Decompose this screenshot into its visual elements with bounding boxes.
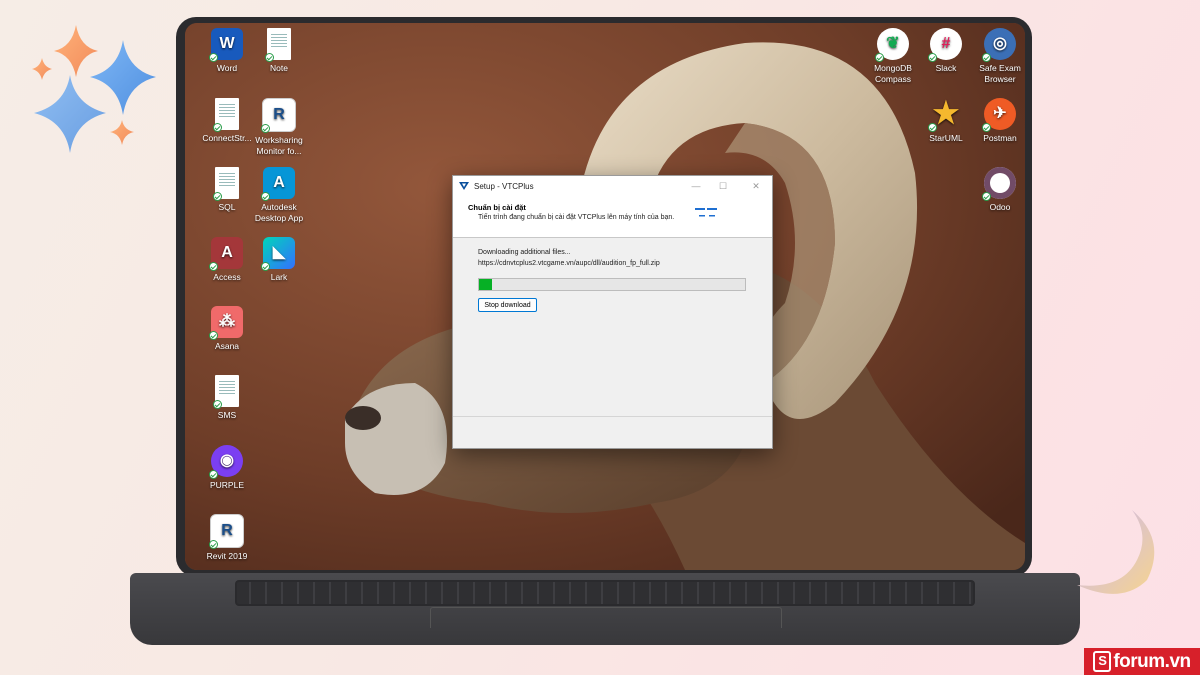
sync-check-icon xyxy=(982,53,991,62)
forum-watermark: S forum.vn xyxy=(1084,648,1200,675)
desktop-icon-label: Odoo xyxy=(989,202,1011,212)
download-status-text: Downloading additional files... xyxy=(478,249,571,256)
download-url-text: https://cdnvtcplus2.vtcgame.vn/aupc/dll/… xyxy=(478,260,660,267)
desktop-icon-label: Access xyxy=(213,272,241,282)
sync-check-icon xyxy=(213,192,222,201)
word-icon: W xyxy=(209,28,243,62)
desktop-icon-label: PURPLE xyxy=(209,480,244,490)
sync-check-icon xyxy=(209,262,218,271)
desktop-icon-label: Worksharing Monitor fo... xyxy=(255,135,303,156)
desktop-icon-asana[interactable]: ⁂ Asana xyxy=(197,306,257,352)
desktop-icon-safe-exam-browser[interactable]: ◎ Safe Exam Browser xyxy=(970,28,1025,84)
text-file-icon xyxy=(213,167,239,201)
access-icon: A xyxy=(209,237,243,271)
desktop-icon-autodesk-desktop-app[interactable]: A Autodesk Desktop App xyxy=(249,167,309,223)
mongodb-compass-icon: ❦ xyxy=(875,28,909,62)
sync-check-icon xyxy=(875,53,884,62)
sync-check-icon xyxy=(209,331,218,340)
minimize-button[interactable]: — xyxy=(689,179,703,193)
stop-download-button[interactable]: Stop download xyxy=(478,298,537,312)
dialog-header: Chuẩn bị cài đặt Tiến trình đang chuẩn b… xyxy=(453,196,772,238)
desktop-icon-odoo[interactable]: Odoo xyxy=(970,167,1025,213)
desktop-icon-label: Slack xyxy=(935,63,957,73)
slack-icon: # xyxy=(928,28,962,62)
dialog-titlebar[interactable]: Setup - VTCPlus — ☐ ✕ xyxy=(453,176,772,196)
safe-exam-browser-icon: ◎ xyxy=(982,28,1016,62)
vtcplus-logo-icon xyxy=(459,182,469,190)
desktop-icon-access[interactable]: A Access xyxy=(197,237,257,283)
sync-check-icon xyxy=(209,53,218,62)
desktop-icon-label: Postman xyxy=(983,133,1017,143)
desktop-icon-label: SMS xyxy=(217,410,237,420)
touchpad xyxy=(430,607,782,628)
desktop-icon-label: Lark xyxy=(270,272,288,282)
sync-check-icon xyxy=(213,400,222,409)
desktop-icon-label: Autodesk Desktop App xyxy=(254,202,304,223)
watermark-logo: S xyxy=(1093,651,1112,672)
sync-check-icon xyxy=(982,192,991,201)
desktop-icon-postman[interactable]: ✈ Postman xyxy=(970,98,1025,144)
desktop-icon-label: Note xyxy=(270,63,288,73)
revit-icon: R xyxy=(209,514,244,549)
dialog-title: Setup - VTCPlus xyxy=(474,181,534,191)
download-progress-bar xyxy=(478,278,746,291)
revit-worksharing-icon: R xyxy=(261,98,296,133)
note-icon xyxy=(265,28,291,62)
desktop-icon-slack[interactable]: # Slack xyxy=(916,28,976,74)
desktop-icon-label: SQL xyxy=(218,202,236,212)
watermark-text: forum.vn xyxy=(1113,650,1191,672)
postman-icon: ✈ xyxy=(982,98,1016,132)
desktop-icon-label: Asana xyxy=(214,341,240,351)
desktop-icon-connectstr[interactable]: ConnectStr... xyxy=(197,98,257,144)
purple-icon: ◉ xyxy=(209,445,243,479)
desktop-icon-label: Word xyxy=(216,63,238,73)
staruml-icon: ★ xyxy=(928,98,962,132)
desktop-icon-label: Revit 2019 xyxy=(206,551,248,561)
desktop-icon-staruml[interactable]: ★ StarUML xyxy=(916,98,976,144)
text-file-icon xyxy=(213,98,239,132)
dialog-heading: Chuẩn bị cài đặt xyxy=(468,203,526,212)
text-file-icon xyxy=(213,375,239,409)
sync-check-icon xyxy=(261,192,270,201)
asana-icon: ⁂ xyxy=(209,306,243,340)
crescent-moon-decoration xyxy=(1077,510,1155,594)
desktop-icon-lark[interactable]: ◣ Lark xyxy=(249,237,309,283)
close-button[interactable]: ✕ xyxy=(749,179,763,193)
lark-icon: ◣ xyxy=(261,237,295,271)
desktop-icon-purple[interactable]: ◉ PURPLE xyxy=(197,445,257,491)
sync-check-icon xyxy=(209,470,218,479)
progress-fill xyxy=(479,279,493,290)
maximize-button[interactable]: ☐ xyxy=(716,179,730,193)
sync-check-icon xyxy=(261,124,270,133)
desktop-icon-label: Safe Exam Browser xyxy=(979,63,1021,84)
sparkle-decoration xyxy=(32,25,156,153)
desktop-icon-sms[interactable]: SMS xyxy=(197,375,257,421)
keyboard xyxy=(235,580,975,606)
desktop-icon-label: StarUML xyxy=(929,133,963,143)
desktop-icon-label: ConnectStr... xyxy=(202,133,252,143)
desktop-icon-mongodb-compass[interactable]: ❦ MongoDB Compass xyxy=(863,28,923,84)
sync-check-icon xyxy=(265,53,274,62)
dialog-subheading: Tiến trình đang chuẩn bị cài đặt VTCPlus… xyxy=(478,214,675,221)
sync-check-icon xyxy=(928,123,937,132)
desktop-icon-label: MongoDB Compass xyxy=(874,63,912,84)
sync-check-icon xyxy=(209,540,218,549)
dialog-footer xyxy=(453,416,772,448)
desktop-icon-word[interactable]: W Word xyxy=(197,28,257,74)
setup-dialog: Setup - VTCPlus — ☐ ✕ Chuẩn bị cài đặt T… xyxy=(452,175,773,449)
odoo-icon xyxy=(982,167,1016,201)
sync-check-icon xyxy=(261,262,270,271)
desktop-icon-sql[interactable]: SQL xyxy=(197,167,257,213)
sync-check-icon xyxy=(213,123,222,132)
desktop-icon-note[interactable]: Note xyxy=(249,28,309,74)
desktop-icon-worksharing-monitor-fo[interactable]: R Worksharing Monitor fo... xyxy=(249,98,309,156)
desktop-icon-revit-2019[interactable]: R Revit 2019 xyxy=(197,514,257,562)
autodesk-icon: A xyxy=(261,167,295,201)
sync-check-icon xyxy=(928,53,937,62)
setup-banner-icon xyxy=(695,208,717,217)
sync-check-icon xyxy=(982,123,991,132)
